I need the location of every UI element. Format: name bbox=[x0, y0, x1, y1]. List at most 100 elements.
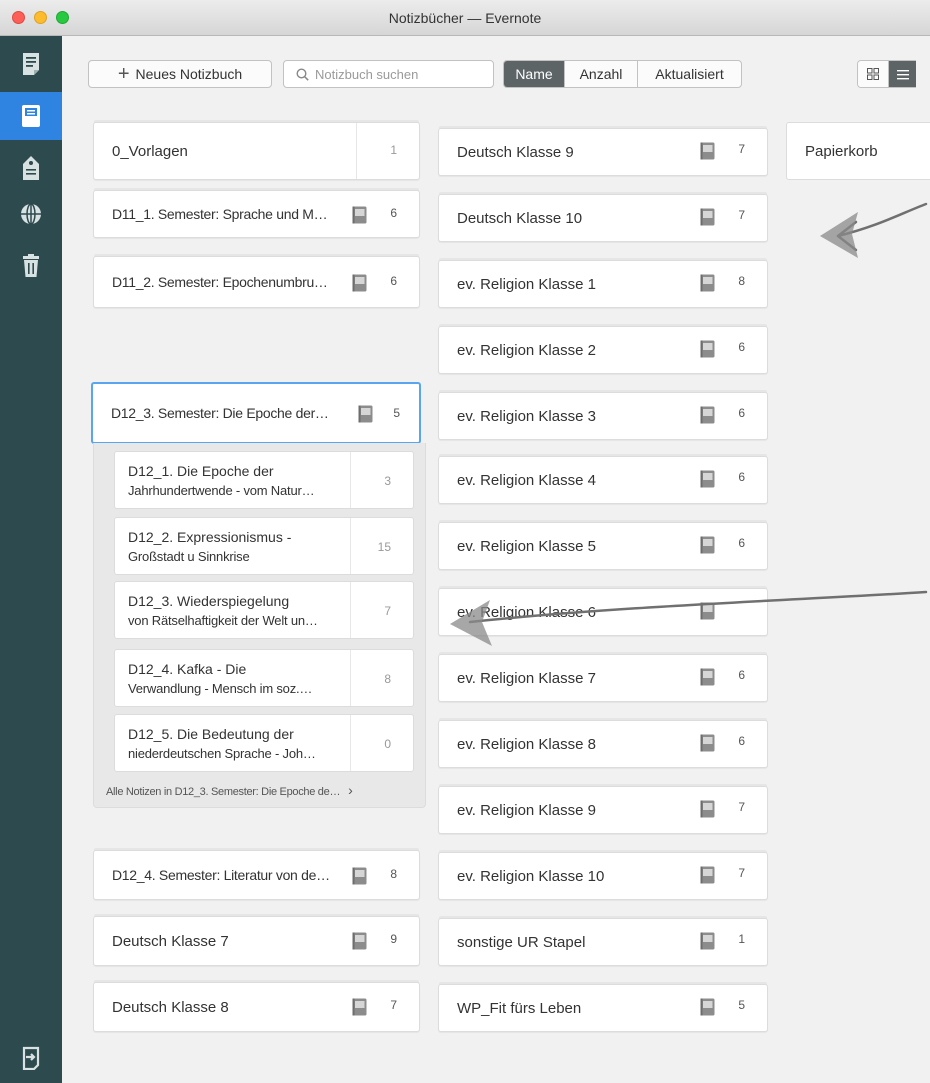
note-count: 3 bbox=[384, 474, 391, 488]
trash-notebook-card[interactable]: Papierkorb bbox=[786, 122, 930, 180]
notebook-card[interactable]: ev. Religion Klasse 4 6 bbox=[438, 456, 768, 504]
arrowhead-upper bbox=[820, 212, 858, 258]
notebook-title: D12_3. Semester: Die Epoche der… bbox=[111, 405, 329, 421]
note-count: 6 bbox=[738, 536, 745, 550]
notebook-card[interactable]: ev. Religion Klasse 1 8 bbox=[438, 260, 768, 308]
stack-notebook-card[interactable]: D12_4. Kafka - Die Verwandlung - Mensch … bbox=[114, 649, 414, 707]
divider bbox=[350, 582, 351, 638]
notebook-card[interactable]: ev. Religion Klasse 10 7 bbox=[438, 852, 768, 900]
shared-notebook-icon bbox=[700, 602, 715, 620]
tag-icon bbox=[23, 156, 39, 180]
list-view-button[interactable] bbox=[888, 61, 916, 87]
notebook-title: Deutsch Klasse 7 bbox=[112, 932, 229, 950]
expanded-stack-panel: D12_1. Die Epoche der Jahrhundertwende -… bbox=[93, 443, 426, 808]
sidebar-item-notes[interactable] bbox=[0, 40, 62, 88]
shared-notebook-icon bbox=[700, 274, 715, 292]
note-count: 1 bbox=[390, 143, 397, 157]
sidebar-item-trash[interactable] bbox=[0, 242, 62, 290]
notebook-stack-selected[interactable]: D12_3. Semester: Die Epoche der… 5 bbox=[91, 382, 421, 444]
shared-notebook-icon bbox=[700, 406, 715, 424]
grid-view-button[interactable] bbox=[858, 61, 888, 87]
shared-notebook-icon bbox=[700, 208, 715, 226]
note-count: 5 bbox=[393, 406, 400, 420]
notebook-card[interactable]: D11_1. Semester: Sprache und M… 6 bbox=[93, 190, 420, 238]
sidebar-item-notebooks[interactable] bbox=[0, 92, 62, 140]
notebook-title-line1: D12_4. Kafka - Die bbox=[128, 661, 247, 677]
new-notebook-button[interactable]: + Neues Notizbuch bbox=[88, 60, 272, 88]
shared-notebook-icon bbox=[352, 867, 367, 885]
notebook-title: ev. Religion Klasse 6 bbox=[457, 603, 596, 621]
divider bbox=[350, 715, 351, 771]
notebook-card[interactable]: Deutsch Klasse 7 9 bbox=[93, 916, 420, 966]
divider bbox=[350, 452, 351, 508]
notebook-title-line1: D12_3. Wiederspiegelung bbox=[128, 593, 290, 609]
all-notes-in-stack-link[interactable]: Alle Notizen in D12_3. Semester: Die Epo… bbox=[106, 782, 353, 798]
note-count: 7 bbox=[738, 800, 745, 814]
notebook-card[interactable]: D12_4. Semester: Literatur von de… 8 bbox=[93, 850, 420, 900]
sidebar bbox=[0, 36, 62, 1083]
sort-segmented-control: Name Anzahl Aktualisiert bbox=[503, 60, 742, 88]
shared-notebook-icon bbox=[358, 405, 373, 423]
shared-notebook-icon bbox=[700, 734, 715, 752]
divider bbox=[350, 650, 351, 706]
notebook-title: ev. Religion Klasse 10 bbox=[457, 867, 605, 885]
notebook-card[interactable]: ev. Religion Klasse 2 6 bbox=[438, 326, 768, 374]
notebook-title-line1: D12_2. Expressionismus - bbox=[128, 529, 292, 545]
notebook-card[interactable]: D11_2. Semester: Epochenumbru… 6 bbox=[93, 256, 420, 308]
note-count: 7 bbox=[738, 208, 745, 222]
all-notes-link-label: Alle Notizen in D12_3. Semester: Die Epo… bbox=[106, 786, 341, 798]
notebook-title-line2: Großstadt u Sinnkrise bbox=[128, 549, 250, 564]
chevron-right-icon: › bbox=[348, 782, 353, 798]
notebook-title: WP_Fit fürs Leben bbox=[457, 999, 582, 1017]
shared-notebook-icon bbox=[700, 142, 715, 160]
note-count: 7 bbox=[738, 866, 745, 880]
notebook-card[interactable]: Deutsch Klasse 10 7 bbox=[438, 194, 768, 242]
notebook-title-line2: Jahrhundertwende - vom Natur… bbox=[128, 483, 315, 498]
notebook-title: ev. Religion Klasse 3 bbox=[457, 407, 596, 425]
divider bbox=[356, 123, 357, 179]
notebook-card[interactable]: ev. Religion Klasse 8 6 bbox=[438, 720, 768, 768]
notebook-title-line1: D12_5. Die Bedeutung der bbox=[128, 726, 294, 742]
shared-notebook-icon bbox=[700, 800, 715, 818]
notebook-card[interactable]: 0_Vorlagen 1 bbox=[93, 122, 420, 180]
note-icon bbox=[23, 53, 39, 75]
notebook-card[interactable]: ev. Religion Klasse 3 6 bbox=[438, 392, 768, 440]
shared-notebook-icon bbox=[700, 866, 715, 884]
notebook-card[interactable]: WP_Fit fürs Leben 5 bbox=[438, 984, 768, 1032]
new-notebook-label: Neues Notizbuch bbox=[135, 66, 243, 82]
sort-by-name-button[interactable]: Name bbox=[504, 61, 564, 87]
note-count: 6 bbox=[738, 406, 745, 420]
note-count: 9 bbox=[390, 932, 397, 946]
note-count: 7 bbox=[390, 998, 397, 1012]
search-input[interactable] bbox=[315, 66, 485, 82]
shared-notebook-icon bbox=[352, 932, 367, 950]
toolbar: + Neues Notizbuch Name Anzahl Aktualisie… bbox=[62, 36, 930, 110]
notebook-card[interactable]: Deutsch Klasse 9 7 bbox=[438, 128, 768, 176]
shared-notebook-icon bbox=[352, 206, 367, 224]
note-count: 8 bbox=[384, 672, 391, 686]
notebook-card[interactable]: ev. Religion Klasse 9 7 bbox=[438, 786, 768, 834]
notebook-card[interactable]: ev. Religion Klasse 5 6 bbox=[438, 522, 768, 570]
notebook-search[interactable] bbox=[283, 60, 494, 88]
note-count: 6 bbox=[390, 274, 397, 288]
notebook-card[interactable]: sonstige UR Stapel 1 bbox=[438, 918, 768, 966]
stack-notebook-card[interactable]: D12_2. Expressionismus - Großstadt u Sin… bbox=[114, 517, 414, 575]
sidebar-item-tags[interactable] bbox=[0, 144, 62, 192]
note-count: 6 bbox=[390, 206, 397, 220]
trash-icon bbox=[23, 254, 39, 277]
stack-notebook-card[interactable]: D12_3. Wiederspiegelung von Rätselhaftig… bbox=[114, 581, 414, 639]
notebook-title: Deutsch Klasse 9 bbox=[457, 143, 574, 161]
notebook-card[interactable]: Deutsch Klasse 8 7 bbox=[93, 982, 420, 1032]
sign-out-button[interactable] bbox=[0, 1034, 62, 1082]
notebook-card[interactable]: ev. Religion Klasse 6 bbox=[438, 588, 768, 636]
notebook-title: ev. Religion Klasse 5 bbox=[457, 537, 596, 555]
shared-notebook-icon bbox=[700, 470, 715, 488]
note-count: 5 bbox=[738, 998, 745, 1012]
stack-notebook-card[interactable]: D12_1. Die Epoche der Jahrhundertwende -… bbox=[114, 451, 414, 509]
sidebar-item-shared[interactable] bbox=[0, 190, 62, 238]
sort-by-updated-button[interactable]: Aktualisiert bbox=[637, 61, 741, 87]
notebook-title: ev. Religion Klasse 1 bbox=[457, 275, 596, 293]
stack-notebook-card[interactable]: D12_5. Die Bedeutung der niederdeutschen… bbox=[114, 714, 414, 772]
notebook-card[interactable]: ev. Religion Klasse 7 6 bbox=[438, 654, 768, 702]
sort-by-count-button[interactable]: Anzahl bbox=[564, 61, 637, 87]
